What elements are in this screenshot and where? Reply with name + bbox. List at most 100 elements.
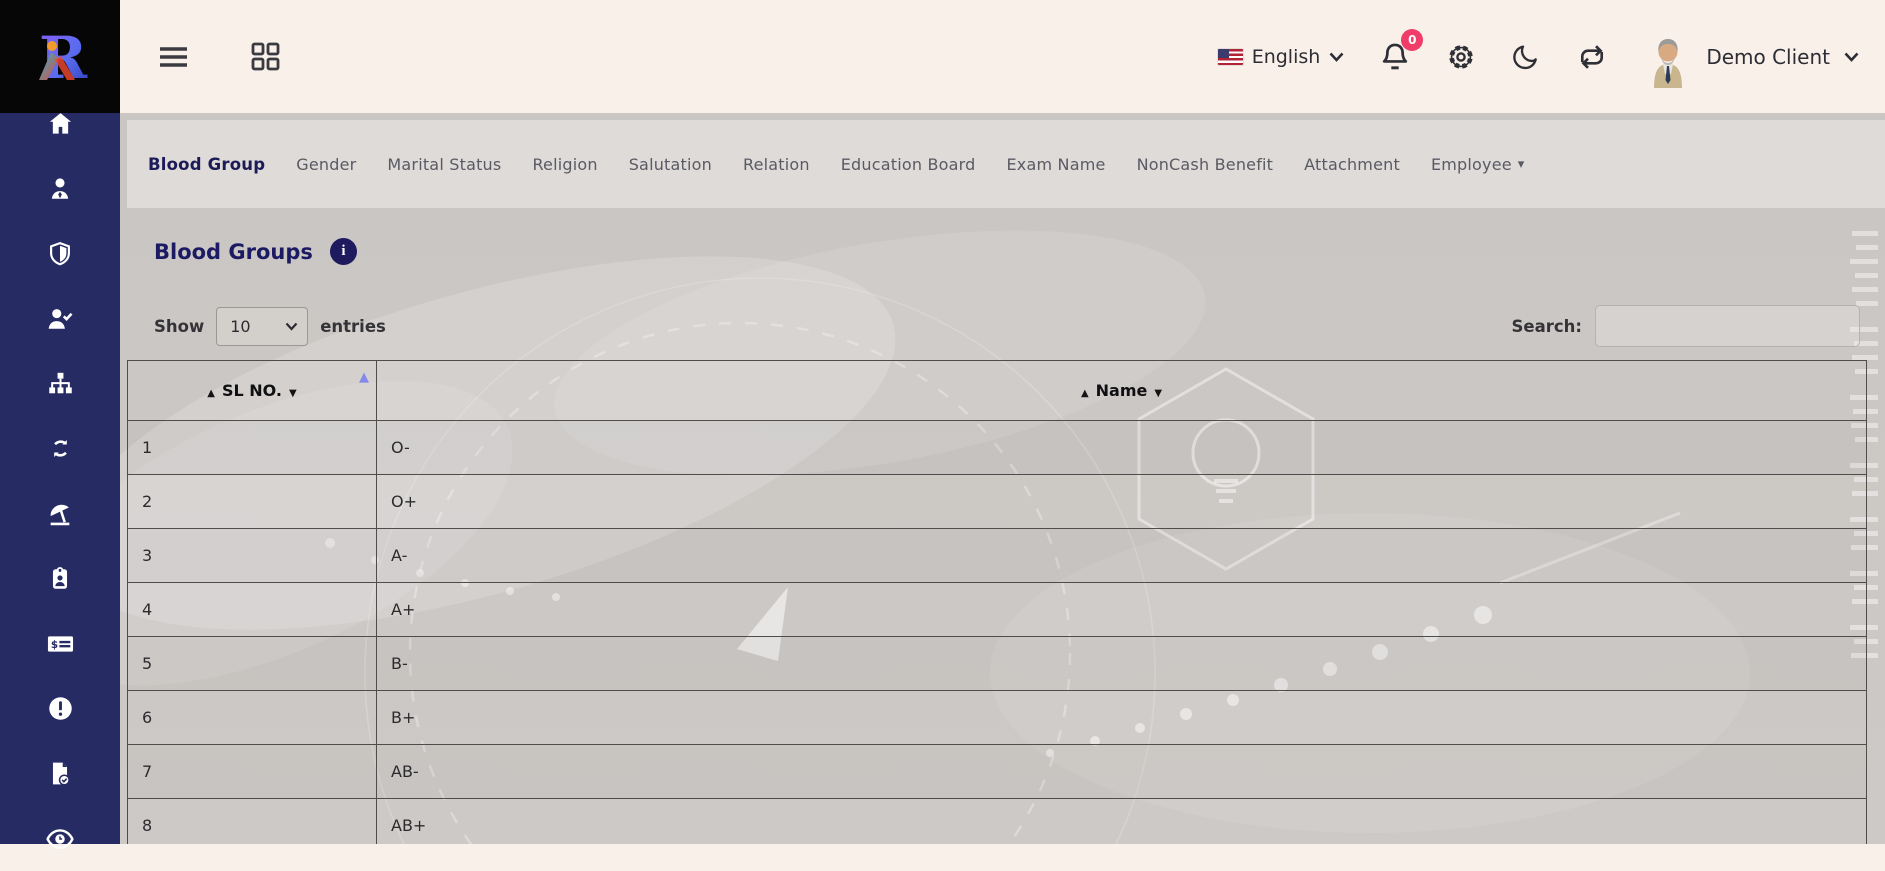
header-actions: English 0 Demo Client [1218,26,1885,88]
title-row: Blood Groups i [154,238,1885,265]
tab-label: Attachment [1304,155,1400,174]
search-label: Search: [1512,317,1582,336]
sort-up-icon: ▲ [207,388,215,399]
info-circle-icon[interactable]: i [330,238,357,265]
cell-name: A+ [377,583,1867,637]
sort-up-icon: ▲ [1081,388,1089,399]
table-row: 8AB+ [128,799,1867,845]
column-header-sl-no[interactable]: ▲ SL NO. ▼ ▲ [128,361,377,421]
sidebar-item-employees[interactable] [0,156,120,221]
column-label: SL NO. [222,381,282,400]
user-tie-icon [47,176,73,202]
language-label: English [1252,46,1321,68]
tab-gender[interactable]: Gender [296,155,356,174]
language-selector[interactable]: English [1218,46,1345,68]
tab-label: NonCash Benefit [1137,155,1274,174]
search-input[interactable] [1595,305,1860,347]
cell-name: B+ [377,691,1867,745]
theme-toggle-button[interactable] [1512,43,1540,71]
notification-badge: 0 [1401,29,1423,51]
tab-relation[interactable]: Relation [743,155,810,174]
home-icon [47,110,74,137]
cell-sl-no: 4 [128,583,377,637]
tab-label: Blood Group [148,155,265,174]
colorful-r-logo-icon: R [21,18,99,96]
hamburger-menu-button[interactable] [158,46,189,68]
page-title: Blood Groups [154,240,313,264]
beach-umbrella-icon [46,500,74,528]
sidebar-item-id-badge[interactable] [0,546,120,611]
chevron-down-icon [1329,52,1344,62]
sidebar-item-organization[interactable] [0,351,120,416]
table-row: 4A+ [128,583,1867,637]
table-row: 2O+ [128,475,1867,529]
tab-label: Education Board [841,155,976,174]
chevron-down-icon [1844,52,1859,62]
apps-grid-button[interactable] [251,42,280,71]
chevron-down-icon: ▾ [1518,157,1525,172]
sidebar-nav: $ [0,91,120,871]
search-control: Search: [1512,305,1860,347]
table-row: 7AB- [128,745,1867,799]
cell-sl-no: 7 [128,745,377,799]
cell-name: B- [377,637,1867,691]
tab-blood-group[interactable]: Blood Group [148,155,265,174]
tab-attachment[interactable]: Attachment [1304,155,1400,174]
entries-label: entries [320,317,386,336]
sidebar-item-reports[interactable] [0,741,120,806]
tab-label: Religion [532,155,597,174]
shield-icon [47,241,73,267]
cell-name: A- [377,529,1867,583]
cell-sl-no: 6 [128,691,377,745]
column-label: Name [1096,381,1148,400]
sidebar-item-alerts[interactable] [0,676,120,741]
sidebar-item-workflow[interactable] [0,416,120,481]
tab-noncash-benefit[interactable]: NonCash Benefit [1137,155,1274,174]
top-header: English 0 Demo Client [120,0,1885,113]
eye-icon [46,827,74,851]
tab-education-board[interactable]: Education Board [841,155,976,174]
tab-label: Salutation [629,155,712,174]
sidebar-item-leave[interactable] [0,481,120,546]
gear-icon [1446,42,1476,72]
sidebar: R $ [0,0,120,844]
active-sort-ascending-icon: ▲ [359,370,369,385]
table-header-row: ▲ SL NO. ▼ ▲ ▲ Name ▼ [128,361,1867,421]
notifications-button[interactable]: 0 [1380,41,1410,73]
sort-down-icon: ▼ [289,388,297,399]
tab-employee[interactable]: Employee▾ [1431,155,1525,174]
page-size-select[interactable]: 10 [216,307,308,346]
avatar [1644,26,1692,88]
tab-salutation[interactable]: Salutation [629,155,712,174]
sidebar-item-monitoring[interactable] [0,806,120,871]
settings-button[interactable] [1446,42,1476,72]
sidebar-item-payroll[interactable]: $ [0,611,120,676]
swap-arrows-icon [1576,42,1608,72]
cell-sl-no: 3 [128,529,377,583]
cell-name: AB+ [377,799,1867,845]
page-content: Blood Group Gender Marital Status Religion S… [120,120,1885,844]
id-badge-icon [47,566,73,592]
arrows-rotate-icon [47,435,74,462]
tab-label: Relation [743,155,810,174]
tab-marital-status[interactable]: Marital Status [387,155,501,174]
money-check-icon: $ [46,632,75,656]
page-size-value: 10 [230,317,250,336]
switch-account-button[interactable] [1576,42,1608,72]
cell-sl-no: 8 [128,799,377,845]
page-size-control: Show 10 entries [154,307,386,346]
tab-exam-name[interactable]: Exam Name [1007,155,1106,174]
table-body: 1O-2O+3A-4A+5B-6B+7AB-8AB+ [128,421,1867,845]
user-menu[interactable]: Demo Client [1644,26,1859,88]
sidebar-item-home[interactable] [0,91,120,156]
sidebar-item-approvals[interactable] [0,286,120,351]
cell-name: O- [377,421,1867,475]
sidebar-item-security[interactable] [0,221,120,286]
file-check-icon [47,760,73,787]
column-header-name[interactable]: ▲Name▼ [377,361,1867,421]
main-content: Blood Group Gender Marital Status Religion S… [120,113,1885,844]
show-label: Show [154,317,204,336]
grid-apps-icon [251,42,280,71]
tab-religion[interactable]: Religion [532,155,597,174]
table-row: 5B- [128,637,1867,691]
